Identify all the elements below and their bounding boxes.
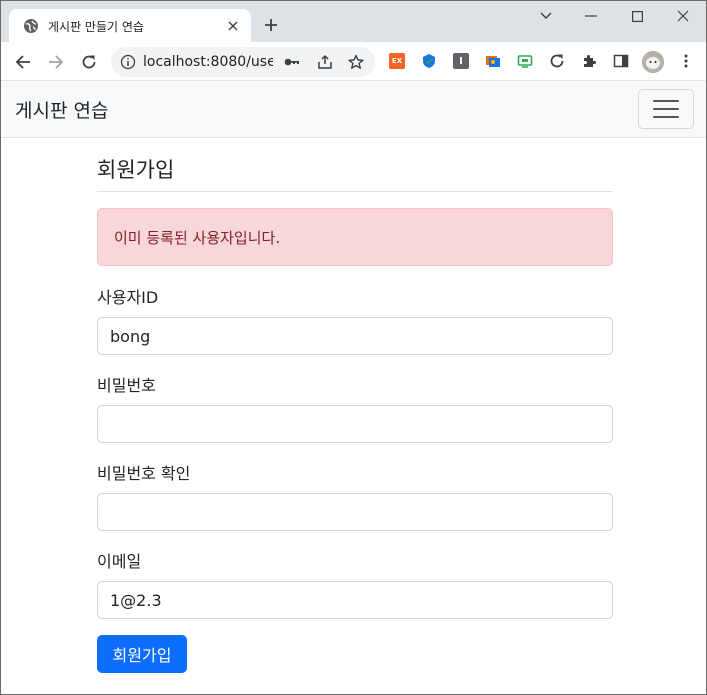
extensions-puzzle-icon[interactable] [581,53,597,69]
browser-window: 게시판 만들기 연습 localhost:8080/us EX I 게시판 연습… [0,0,707,695]
navbar-toggler-button[interactable] [638,89,694,129]
password-confirm-input[interactable] [97,493,613,531]
globe-icon [23,18,39,34]
share-icon[interactable] [317,54,333,70]
hamburger-line [653,116,679,118]
email-label: 이메일 [97,552,142,571]
new-tab-icon[interactable] [261,15,281,35]
page-content: 게시판 연습 회원가입 이미 등록된 사용자입니다. 사용자ID bong 비밀… [1,81,706,694]
close-tab-icon[interactable] [225,18,241,34]
back-icon[interactable] [11,50,35,74]
side-panel-icon[interactable] [613,53,629,69]
error-alert: 이미 등록된 사용자입니다. [97,208,613,266]
password-label: 비밀번호 [97,376,156,395]
forward-icon[interactable] [44,50,68,74]
refresh-extension-icon[interactable] [549,53,565,69]
screen-extension-icon[interactable] [517,53,533,69]
site-info-icon[interactable] [120,54,136,70]
signup-submit-button[interactable]: 회원가입 [97,635,187,673]
menu-kebab-icon[interactable] [678,53,694,69]
navbar-brand[interactable]: 게시판 연습 [15,96,108,123]
username-input[interactable]: bong [97,317,613,355]
password-input[interactable] [97,405,613,443]
browser-toolbar: localhost:8080/use... EX I [1,42,706,81]
minimize-icon[interactable] [568,5,614,27]
tab-title: 게시판 만들기 연습 [48,19,144,34]
maximize-icon[interactable] [614,5,660,27]
signup-form: 회원가입 이미 등록된 사용자입니다. 사용자ID bong 비밀번호 비밀번호… [97,138,613,673]
address-bar[interactable]: localhost:8080/use... [111,47,375,77]
reload-icon[interactable] [77,50,101,74]
shield-extension-icon[interactable] [421,53,437,69]
password-confirm-label: 비밀번호 확인 [97,464,191,483]
reader-extension-icon[interactable]: I [453,53,469,69]
url-text: localhost:8080/use... [143,54,273,70]
tab-search-icon[interactable] [523,5,569,27]
profile-avatar[interactable] [642,51,664,73]
ex-extension-icon[interactable]: EX [389,53,405,69]
hamburger-line [653,100,679,102]
bookmark-star-icon[interactable] [348,54,364,70]
browser-tab[interactable]: 게시판 만들기 연습 [9,9,251,43]
hamburger-line [653,108,679,110]
tab-strip: 게시판 만들기 연습 [1,1,706,43]
site-navbar: 게시판 연습 [1,81,706,138]
email-input[interactable]: 1@2.3 [97,581,613,619]
close-window-icon[interactable] [660,5,706,27]
username-label: 사용자ID [97,288,159,307]
gallery-extension-icon[interactable] [485,53,501,69]
page-title: 회원가입 [97,154,613,192]
key-icon[interactable] [284,54,300,70]
